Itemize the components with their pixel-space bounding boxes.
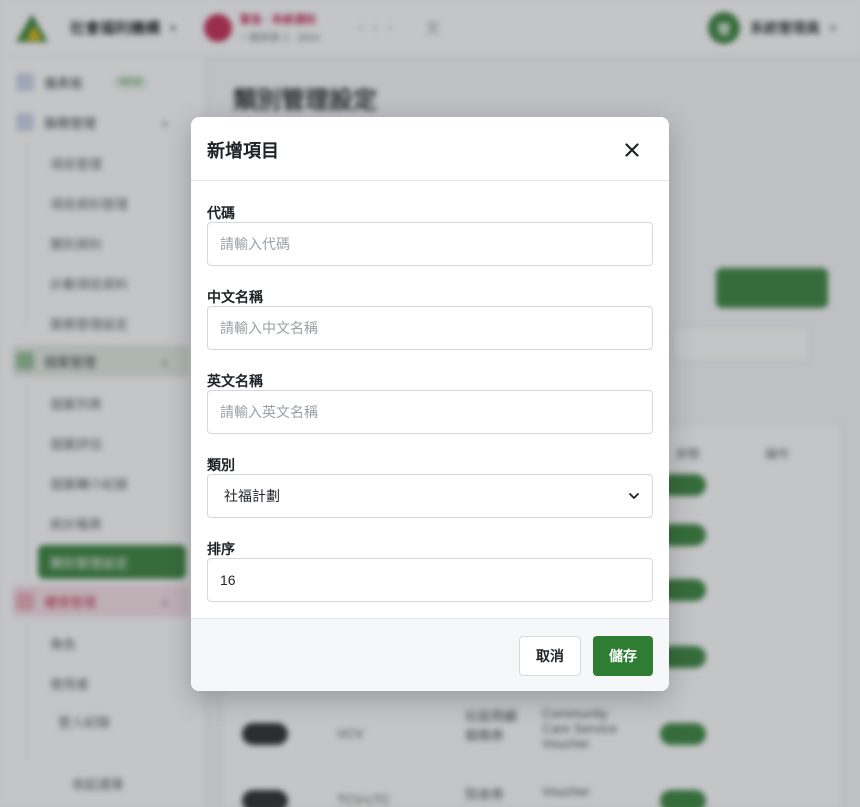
close-icon bbox=[625, 143, 639, 157]
english-name-input[interactable] bbox=[207, 390, 653, 434]
order-label: 排序 bbox=[207, 541, 235, 557]
category-selected-value: 社福計劃 bbox=[224, 488, 280, 504]
code-input[interactable] bbox=[207, 222, 653, 266]
code-label: 代碼 bbox=[207, 205, 235, 221]
chinese-name-label: 中文名稱 bbox=[207, 289, 263, 305]
dialog-header: 新增項目 bbox=[191, 117, 669, 181]
add-item-dialog: 新增項目 代碼 中文名稱 英文名稱 類別 社福計劃 排序 取消 儲存 bbox=[191, 117, 669, 691]
dialog-body: 代碼 中文名稱 英文名稱 類別 社福計劃 排序 bbox=[191, 182, 669, 618]
cancel-button[interactable]: 取消 bbox=[519, 636, 581, 676]
close-button[interactable] bbox=[617, 135, 647, 165]
english-name-label: 英文名稱 bbox=[207, 373, 263, 389]
chinese-name-input[interactable] bbox=[207, 306, 653, 350]
order-input[interactable] bbox=[207, 558, 653, 602]
category-select[interactable]: 社福計劃 bbox=[207, 474, 653, 518]
save-button[interactable]: 儲存 bbox=[593, 636, 653, 676]
dialog-title: 新增項目 bbox=[207, 141, 279, 161]
category-label: 類別 bbox=[207, 457, 235, 473]
dialog-footer: 取消 儲存 bbox=[191, 618, 669, 691]
chevron-down-icon bbox=[629, 493, 639, 499]
